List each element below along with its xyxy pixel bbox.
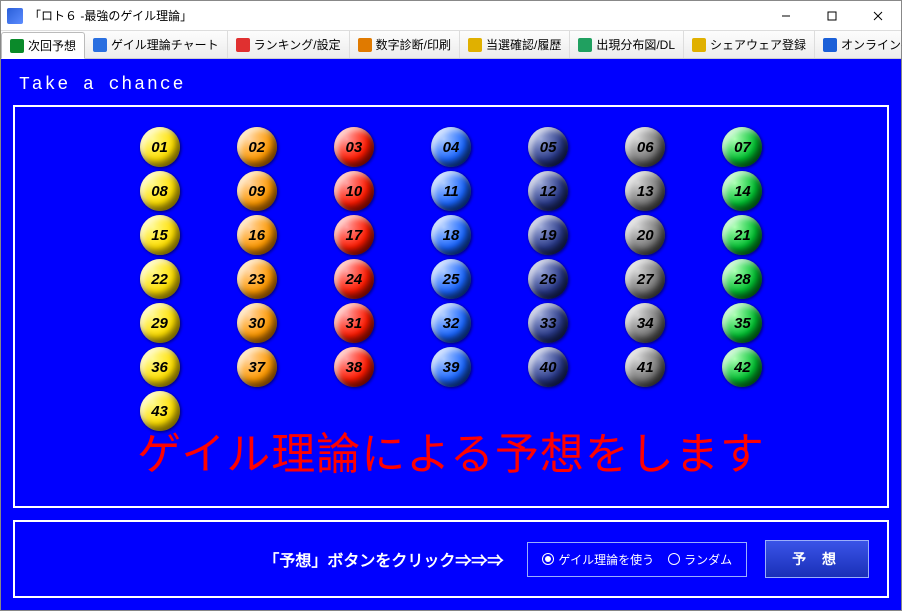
ball-33[interactable]: 33 <box>528 303 568 343</box>
ball-20[interactable]: 20 <box>625 215 665 255</box>
app-window: 「ロト６ -最強のゲイル理論」 次回予想 ゲイル理論チャート ランキング/設定 数字診… <box>0 0 902 611</box>
ball-32[interactable]: 32 <box>431 303 471 343</box>
tab-label: ランキング/設定 <box>254 36 341 53</box>
ball-19[interactable]: 19 <box>528 215 568 255</box>
ball-07[interactable]: 07 <box>722 127 762 167</box>
ball-11[interactable]: 11 <box>431 171 471 211</box>
tab-label: 数字診断/印刷 <box>376 36 451 53</box>
ball-01[interactable]: 01 <box>140 127 180 167</box>
close-button[interactable] <box>855 1 901 31</box>
ball-09[interactable]: 09 <box>237 171 277 211</box>
ball-14[interactable]: 14 <box>722 171 762 211</box>
tab-icon <box>93 38 107 52</box>
radio-gale-label: ゲイル理論を使う <box>558 551 654 568</box>
ball-27[interactable]: 27 <box>625 259 665 299</box>
tab-label: ゲイル理論チャート <box>111 36 219 53</box>
ball-35[interactable]: 35 <box>722 303 762 343</box>
ball-37[interactable]: 37 <box>237 347 277 387</box>
tab-icon <box>10 39 24 53</box>
radio-checked-icon <box>542 553 554 565</box>
maximize-button[interactable] <box>809 1 855 31</box>
app-icon <box>7 8 23 24</box>
tab-label: シェアウェア登録 <box>710 36 806 53</box>
tab-4[interactable]: 当選確認/履歴 <box>460 31 570 58</box>
ball-42[interactable]: 42 <box>722 347 762 387</box>
tab-icon <box>823 38 837 52</box>
ball-23[interactable]: 23 <box>237 259 277 299</box>
tab-0[interactable]: 次回予想 <box>1 32 85 59</box>
ball-28[interactable]: 28 <box>722 259 762 299</box>
toolbar-tabs: 次回予想 ゲイル理論チャート ランキング/設定 数字診断/印刷 当選確認/履歴 出現分布図… <box>1 31 901 59</box>
ball-22[interactable]: 22 <box>140 259 180 299</box>
ball-12[interactable]: 12 <box>528 171 568 211</box>
tab-label: オンラインヘルプ <box>841 36 902 53</box>
tab-7[interactable]: オンラインヘルプ <box>815 31 902 58</box>
tab-icon <box>692 38 706 52</box>
window-controls <box>763 1 901 31</box>
ball-10[interactable]: 10 <box>334 171 374 211</box>
tab-icon <box>468 38 482 52</box>
tab-2[interactable]: ランキング/設定 <box>228 31 350 58</box>
titlebar: 「ロト６ -最強のゲイル理論」 <box>1 1 901 31</box>
ball-38[interactable]: 38 <box>334 347 374 387</box>
ball-31[interactable]: 31 <box>334 303 374 343</box>
ball-18[interactable]: 18 <box>431 215 471 255</box>
take-a-chance-label: Take a chance <box>19 75 885 95</box>
ball-41[interactable]: 41 <box>625 347 665 387</box>
ball-15[interactable]: 15 <box>140 215 180 255</box>
tab-3[interactable]: 数字診断/印刷 <box>350 31 460 58</box>
tab-icon <box>236 38 250 52</box>
ball-43[interactable]: 43 <box>140 391 180 431</box>
ball-13[interactable]: 13 <box>625 171 665 211</box>
footer-panel: 「予想」ボタンをクリック⇒⇒⇒ ゲイル理論を使う ランダム 予 想 <box>13 520 889 598</box>
ball-34[interactable]: 34 <box>625 303 665 343</box>
ball-grid: 01 02 03 04 05 06 07 08 09 10 11 12 13 14 15 16 17 18 19 20… <box>111 127 791 431</box>
ball-selection-area: 01 02 03 04 05 06 07 08 09 10 11 12 13 14 15 16 17 18 19 20… <box>13 105 889 508</box>
tab-1[interactable]: ゲイル理論チャート <box>85 31 228 58</box>
ball-29[interactable]: 29 <box>140 303 180 343</box>
maximize-icon <box>827 11 837 21</box>
ball-16[interactable]: 16 <box>237 215 277 255</box>
ball-03[interactable]: 03 <box>334 127 374 167</box>
ball-26[interactable]: 26 <box>528 259 568 299</box>
close-icon <box>873 11 883 21</box>
predict-button[interactable]: 予 想 <box>765 540 869 578</box>
ball-25[interactable]: 25 <box>431 259 471 299</box>
ball-08[interactable]: 08 <box>140 171 180 211</box>
radio-gale-theory[interactable]: ゲイル理論を使う <box>542 551 654 568</box>
ball-40[interactable]: 40 <box>528 347 568 387</box>
tab-5[interactable]: 出現分布図/DL <box>570 31 684 58</box>
window-title: 「ロト６ -最強のゲイル理論」 <box>29 7 763 24</box>
minimize-button[interactable] <box>763 1 809 31</box>
ball-05[interactable]: 05 <box>528 127 568 167</box>
tab-label: 次回予想 <box>28 37 76 54</box>
ball-30[interactable]: 30 <box>237 303 277 343</box>
prediction-options: ゲイル理論を使う ランダム <box>527 542 747 577</box>
tab-label: 当選確認/履歴 <box>486 36 561 53</box>
radio-random-label: ランダム <box>684 551 732 568</box>
ball-39[interactable]: 39 <box>431 347 471 387</box>
tab-icon <box>358 38 372 52</box>
main-content: Take a chance 01 02 03 04 05 06 07 08 09 10 11 12 13… <box>1 59 901 610</box>
tab-6[interactable]: シェアウェア登録 <box>684 31 815 58</box>
ball-36[interactable]: 36 <box>140 347 180 387</box>
ball-06[interactable]: 06 <box>625 127 665 167</box>
ball-02[interactable]: 02 <box>237 127 277 167</box>
radio-unchecked-icon <box>668 553 680 565</box>
ball-04[interactable]: 04 <box>431 127 471 167</box>
radio-random[interactable]: ランダム <box>668 551 732 568</box>
ball-17[interactable]: 17 <box>334 215 374 255</box>
ball-21[interactable]: 21 <box>722 215 762 255</box>
minimize-icon <box>781 11 791 21</box>
footer-prompt: 「予想」ボタンをクリック⇒⇒⇒ <box>263 547 503 571</box>
tab-icon <box>578 38 592 52</box>
ball-24[interactable]: 24 <box>334 259 374 299</box>
tab-label: 出現分布図/DL <box>596 36 675 53</box>
